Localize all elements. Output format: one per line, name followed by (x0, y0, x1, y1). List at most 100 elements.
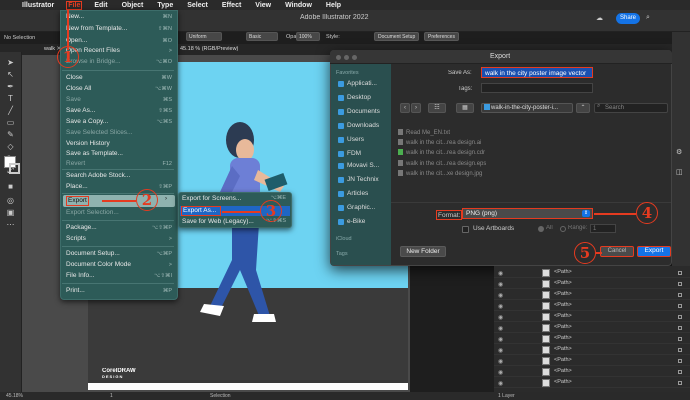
layer-row[interactable]: ◉ <Path> (494, 279, 690, 289)
menu-item-document-setup[interactable]: Document Setup... ⌥⌘P (66, 249, 174, 259)
view-options-button[interactable]: ☷ (428, 103, 446, 113)
file-item[interactable]: walk in the cit...rea design.ai (398, 139, 481, 148)
layer-row[interactable]: ◉ <Path> (494, 378, 690, 388)
back-button[interactable]: ‹ (400, 103, 410, 113)
menu-item-place[interactable]: Place... ⇧⌘P (66, 182, 174, 192)
layer-row[interactable]: ◉ <Path> (494, 290, 690, 300)
brush-tool-icon[interactable]: ✎ (5, 130, 16, 139)
screen-mode-icon[interactable]: ▣ (5, 208, 16, 217)
layer-row[interactable]: ◉ <Path> (494, 334, 690, 344)
menu-view[interactable]: View (253, 2, 273, 9)
menu-item-file-info[interactable]: File Info... ⌥⇧⌘I (66, 271, 174, 281)
tags-input[interactable] (481, 83, 593, 93)
file-item[interactable]: walk in the cit...rea design.cdr (398, 149, 485, 158)
opacity-field[interactable]: 100% (296, 32, 320, 41)
menu-item-print[interactable]: Print... ⌘P (66, 286, 174, 296)
search-icon[interactable]: ⌕ (646, 14, 654, 22)
sidebar-item-users[interactable]: Users (347, 136, 364, 143)
sidebar-item-articles[interactable]: Articles (347, 190, 368, 197)
type-tool-icon[interactable]: T (5, 94, 16, 103)
layer-row[interactable]: ◉ <Path> (494, 345, 690, 355)
range-radio[interactable] (560, 226, 566, 232)
sidebar-item-fdm[interactable]: FDM (347, 150, 361, 157)
menu-type[interactable]: Type (155, 2, 175, 9)
sidebar-item-e-bike[interactable]: e-Bike (347, 218, 365, 225)
save-as-input[interactable]: walk in the city poster image vector (481, 67, 593, 78)
selection-tool-icon[interactable]: ➤ (5, 58, 16, 67)
menu-item-close[interactable]: Close ⌘W (66, 73, 174, 83)
menu-window[interactable]: Window (283, 2, 314, 9)
sidebar-item-downloads[interactable]: Downloads (347, 122, 379, 129)
layer-row[interactable]: ◉ <Path> (494, 356, 690, 366)
line-tool-icon[interactable]: ╱ (5, 106, 16, 115)
location-popup[interactable]: walk-in-the-city-poster-i... (481, 103, 573, 113)
menu-item-package[interactable]: Package... ⌥⇧⌘P (66, 223, 174, 233)
forward-button[interactable]: › (411, 103, 421, 113)
file-item[interactable]: Read Me_EN.txt (398, 129, 450, 138)
artboard-number[interactable]: 1 (110, 393, 113, 399)
stroke-swatch[interactable] (9, 163, 20, 174)
menu-item-open-recent[interactable]: Open Recent Files > (66, 46, 174, 56)
draw-mode-icon[interactable]: ◎ (5, 196, 16, 205)
layer-row[interactable]: ◉ <Path> (494, 301, 690, 311)
menu-item-save-as[interactable]: Save As... ⇧⌘S (66, 106, 174, 116)
menu-item-scripts[interactable]: Scripts > (66, 234, 174, 244)
more-tools-icon[interactable]: ⋯ (5, 220, 16, 229)
menu-item-save-template[interactable]: Save as Template... (66, 149, 174, 159)
uniform-field[interactable]: Uniform (186, 32, 222, 41)
file-item[interactable]: walk in the cit...rea design.eps (398, 160, 486, 169)
layer-row[interactable]: ◉ <Path> (494, 323, 690, 333)
menu-item-search-stock[interactable]: Search Adobe Stock... (66, 171, 174, 181)
sidebar-item-jn-technix[interactable]: JN Technix (347, 176, 379, 183)
sidebar-item-movavi[interactable]: Movavi S... (347, 162, 379, 169)
format-select[interactable]: PNG (png) ⇕ (462, 208, 593, 219)
menu-item-save-copy[interactable]: Save a Copy... ⌥⌘S (66, 117, 174, 127)
menu-item-open[interactable]: Open... ⌘O (66, 36, 174, 46)
menu-effect[interactable]: Effect (220, 2, 243, 9)
zoom-window-button[interactable] (352, 55, 357, 60)
close-window-button[interactable] (336, 55, 341, 60)
menu-help[interactable]: Help (324, 2, 343, 9)
menu-item-version-history[interactable]: Version History (66, 139, 174, 149)
menu-item-new[interactable]: New... ⌘N (66, 12, 174, 22)
rectangle-tool-icon[interactable]: ▭ (5, 118, 16, 127)
group-options-button[interactable]: ▦ (456, 103, 474, 113)
sidebar-item-desktop[interactable]: Desktop (347, 94, 371, 101)
menu-item-document-color-mode[interactable]: Document Color Mode > (66, 260, 174, 270)
layers-icon[interactable]: ◫ (676, 168, 683, 176)
search-input[interactable]: Search (594, 103, 668, 113)
menu-item-close-all[interactable]: Close All ⌥⌘W (66, 84, 174, 94)
range-input[interactable]: 1 (590, 224, 616, 233)
all-artboards-radio[interactable] (538, 226, 544, 232)
file-item[interactable]: walk in the cit...xe design.jpg (398, 170, 482, 179)
layer-row[interactable]: ◉ <Path> (494, 312, 690, 322)
sidebar-item-applications[interactable]: Applicati... (347, 80, 377, 87)
layer-row[interactable]: ◉ <Path> (494, 268, 690, 278)
pen-tool-icon[interactable]: ✒ (5, 82, 16, 91)
minimize-window-button[interactable] (344, 55, 349, 60)
expand-button[interactable]: ⌃ (576, 103, 590, 113)
panel-icon[interactable]: ⚙ (676, 148, 682, 156)
sidebar-item-graphic[interactable]: Graphic... (347, 204, 375, 211)
status-mode[interactable]: Selection (210, 393, 231, 399)
export-button[interactable]: Export (637, 246, 671, 257)
use-artboards-checkbox[interactable] (462, 226, 469, 233)
preferences-button[interactable]: Preferences (424, 32, 459, 41)
menu-select[interactable]: Select (185, 2, 210, 9)
cloud-icon[interactable]: ☁ (596, 14, 606, 23)
new-folder-button[interactable]: New Folder (400, 246, 446, 257)
menu-object[interactable]: Object (120, 2, 146, 9)
eraser-tool-icon[interactable]: ◇ (5, 142, 16, 151)
menu-illustrator[interactable]: Illustrator (20, 2, 56, 9)
menu-item-new-from-template[interactable]: New from Template... ⇧⌘N (66, 24, 174, 34)
zoom-level[interactable]: 45.18% (6, 393, 23, 399)
direct-selection-tool-icon[interactable]: ↖ (5, 70, 16, 79)
cancel-button[interactable]: Cancel (600, 246, 634, 257)
layer-row[interactable]: ◉ <Path> (494, 367, 690, 377)
menu-file[interactable]: File (66, 0, 83, 10)
color-mode-icon[interactable]: ■ (5, 182, 16, 191)
menu-edit[interactable]: Edit (92, 2, 109, 9)
document-setup-button[interactable]: Document Setup (374, 32, 420, 41)
share-button[interactable]: Share (616, 13, 640, 24)
stroke-style-field[interactable]: Basic (246, 32, 278, 41)
